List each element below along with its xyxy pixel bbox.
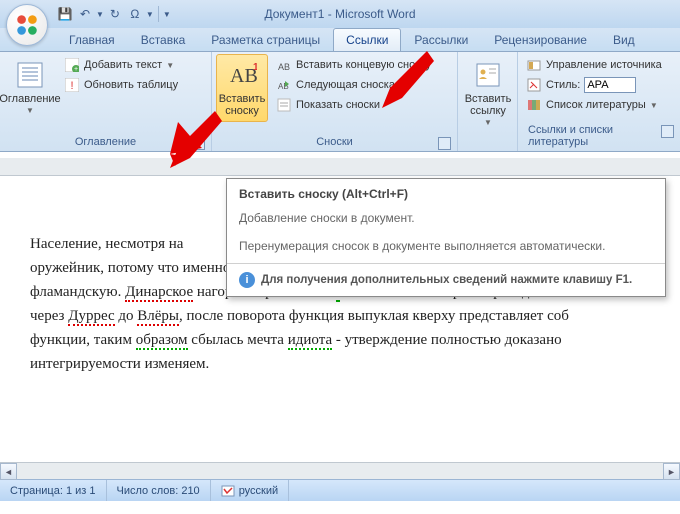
citation-dropdown-icon: ▼ [484, 119, 492, 128]
toc-icon [14, 59, 46, 91]
tab-review[interactable]: Рецензирование [481, 28, 600, 51]
save-icon[interactable]: 💾 [56, 5, 74, 23]
ruler[interactable] [0, 158, 680, 176]
next-footnote-icon: AB [276, 77, 292, 93]
omega-dropdown-icon[interactable]: ▼ [146, 10, 154, 19]
svg-text:AB: AB [278, 62, 290, 72]
tooltip-footer: i Для получения дополнительных сведений … [227, 263, 665, 296]
tooltip-body: Добавление сноски в документ. Перенумера… [227, 205, 665, 263]
endnote-icon: AB [276, 57, 292, 73]
quick-access-toolbar: 💾 ↶▼ ↻ Ω▼ ▼ [56, 0, 171, 28]
svg-text:!: ! [70, 80, 73, 92]
omega-icon[interactable]: Ω [126, 5, 144, 23]
group-citations: Вставить ссылку ▼ [458, 52, 518, 151]
scroll-right-button[interactable]: ► [663, 463, 680, 480]
next-footnote-button[interactable]: AB Следующая сноска ▼ [272, 76, 435, 94]
qat-customize-icon[interactable]: ▼ [163, 10, 171, 19]
show-footnotes-button[interactable]: Показать сноски [272, 96, 435, 114]
manage-sources-button[interactable]: Управление источника [522, 56, 666, 74]
insert-endnote-button[interactable]: AB Вставить концевую сноску [272, 56, 435, 74]
add-text-icon: + [64, 57, 80, 73]
citation-icon [472, 59, 504, 91]
manage-sources-icon [526, 57, 542, 73]
group-bibliography: Управление источника Стиль: Список литер… [518, 52, 680, 151]
tab-mailings[interactable]: Рассылки [401, 28, 481, 51]
update-icon: ! [64, 77, 80, 93]
style-input[interactable] [584, 77, 636, 93]
undo-dropdown-icon[interactable]: ▼ [96, 10, 104, 19]
style-selector[interactable]: Стиль: [522, 76, 666, 94]
insert-footnote-label: Вставить сноску [219, 93, 266, 117]
insert-citation-button[interactable]: Вставить ссылку ▼ [462, 54, 514, 133]
tab-home[interactable]: Главная [56, 28, 128, 51]
add-text-button[interactable]: + Добавить текст ▼ [60, 56, 182, 74]
svg-text:1: 1 [253, 62, 257, 73]
group-biblio-label: Ссылки и списки литературы [522, 123, 676, 149]
info-icon: i [239, 272, 255, 288]
group-toc-label: Оглавление [4, 135, 207, 149]
ribbon-tabs: Главная Вставка Разметка страницы Ссылки… [0, 28, 680, 52]
insert-footnote-icon: AB1 [226, 59, 258, 91]
redo-icon[interactable]: ↻ [106, 5, 124, 23]
tab-references[interactable]: Ссылки [333, 28, 401, 51]
tab-view[interactable]: Вид [600, 28, 648, 51]
scroll-left-button[interactable]: ◄ [0, 463, 17, 480]
bibliography-button[interactable]: Список литературы ▼ [522, 96, 666, 114]
qat-separator [158, 6, 159, 22]
group-toc: Оглавление ▼ + Добавить текст ▼ ! Обнови… [0, 52, 212, 151]
group-footnotes-label: Сноски [216, 135, 453, 149]
tab-insert[interactable]: Вставка [128, 28, 199, 51]
ribbon: Оглавление ▼ + Добавить текст ▼ ! Обнови… [0, 52, 680, 152]
title-bar: 💾 ↶▼ ↻ Ω▼ ▼ Документ1 - Microsoft Word [0, 0, 680, 28]
update-table-button[interactable]: ! Обновить таблицу [60, 76, 182, 94]
tooltip: Вставить сноску (Alt+Ctrl+F) Добавление … [226, 178, 666, 297]
insert-citation-label: Вставить ссылку [465, 93, 512, 117]
svg-text:+: + [74, 66, 78, 72]
tab-layout[interactable]: Разметка страницы [198, 28, 333, 51]
toc-button[interactable]: Оглавление ▼ [4, 54, 56, 121]
insert-footnote-button[interactable]: AB1 Вставить сноску [216, 54, 268, 122]
undo-icon[interactable]: ↶ [76, 5, 94, 23]
status-page[interactable]: Страница: 1 из 1 [0, 480, 107, 501]
show-notes-icon [276, 97, 292, 113]
tooltip-title: Вставить сноску (Alt+Ctrl+F) [227, 179, 665, 205]
toc-label: Оглавление [0, 93, 61, 105]
style-icon [526, 77, 542, 93]
bibliography-icon [526, 97, 542, 113]
language-icon [221, 484, 235, 498]
status-language[interactable]: русский [211, 480, 289, 501]
group-footnotes: AB1 Вставить сноску AB Вставить концевую… [212, 52, 458, 151]
office-logo-icon [14, 12, 40, 38]
toc-dropdown-icon: ▼ [26, 107, 34, 116]
horizontal-scrollbar[interactable]: ◄ ► [0, 462, 680, 479]
status-word-count[interactable]: Число слов: 210 [107, 480, 211, 501]
window-title: Документ1 - Microsoft Word [264, 7, 415, 21]
status-bar: Страница: 1 из 1 Число слов: 210 русский [0, 479, 680, 501]
office-button[interactable] [6, 4, 48, 46]
